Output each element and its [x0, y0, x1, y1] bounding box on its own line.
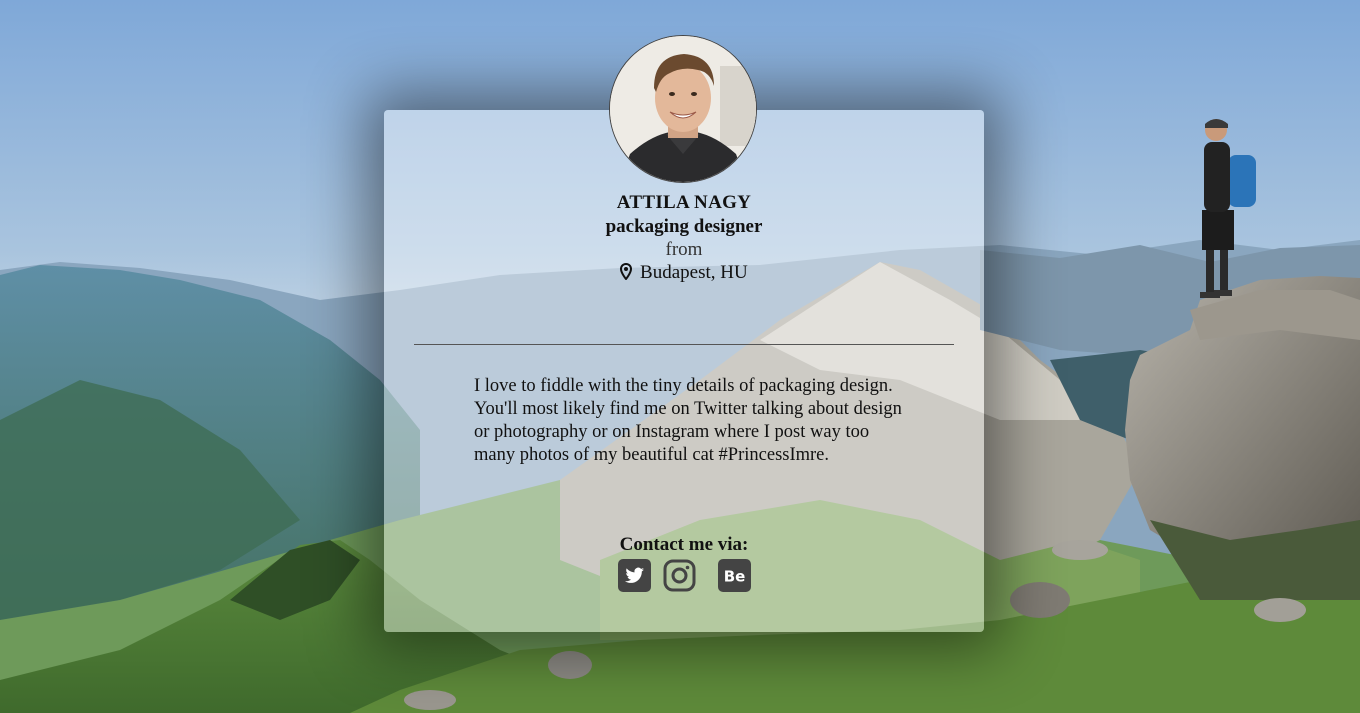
twitter-link[interactable] — [617, 558, 651, 597]
profile-title: packaging designer — [605, 216, 763, 237]
behance-link[interactable]: Be — [717, 558, 751, 597]
profile-card: ATTILA NAGY packaging designer from Buda… — [384, 110, 984, 632]
contact-label: Contact me via: — [619, 534, 749, 555]
divider — [414, 344, 954, 345]
map-marker-icon — [620, 262, 640, 283]
profile-name: ATTILA NAGY — [616, 192, 752, 213]
instagram-icon — [663, 559, 696, 597]
profile-avatar — [609, 35, 757, 183]
behance-icon: Be — [717, 558, 751, 597]
bio-text: I love to fiddle with the tiny details o… — [474, 376, 902, 465]
twitter-icon — [617, 558, 651, 597]
social-links: Be — [384, 558, 984, 597]
svg-text:Be: Be — [723, 567, 745, 585]
location-text: Budapest, HU — [640, 262, 748, 283]
from-label: from — [665, 239, 703, 260]
location: Budapest, HU — [384, 262, 984, 284]
instagram-link[interactable] — [663, 559, 696, 597]
